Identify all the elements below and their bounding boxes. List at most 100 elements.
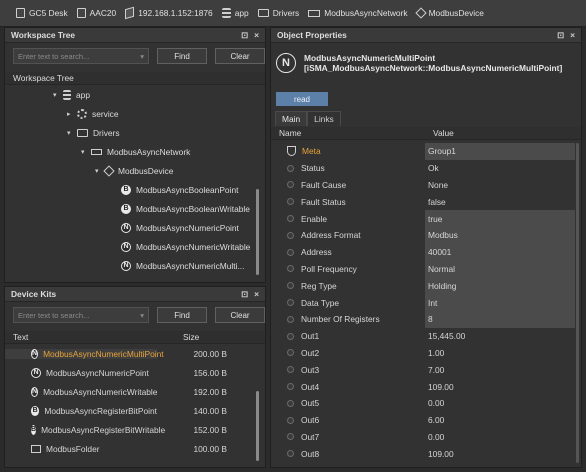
property-name: Out2 xyxy=(271,348,425,358)
folder-icon xyxy=(257,9,269,17)
find-button[interactable]: Find xyxy=(157,48,207,64)
tree-node-drivers[interactable]: ▾ Drivers xyxy=(5,123,265,142)
property-value[interactable]: Normal xyxy=(425,260,575,278)
property-row[interactable]: Enable true xyxy=(271,210,581,227)
chevron-down-icon[interactable]: ▾ xyxy=(140,311,144,320)
tree-node-point[interactable]: N ModbusAsyncNumericPoint xyxy=(5,218,265,237)
properties-scrollbar[interactable] xyxy=(576,143,579,463)
property-row-meta[interactable]: Meta Group1 xyxy=(271,143,581,160)
property-value: 109.00 xyxy=(428,381,454,392)
pin-icon[interactable]: ⊡ xyxy=(557,30,564,40)
kit-item[interactable]: B ModbusAsyncRegisterBitWritable 152.00 B xyxy=(5,420,265,439)
object-name: ModbusAsyncNumericMultiPoint xyxy=(304,53,436,63)
property-value[interactable]: 8 xyxy=(425,310,575,328)
breadcrumb-item-network[interactable]: ModbusAsyncNetwork xyxy=(308,8,408,18)
tree-node-device[interactable]: ▾ ModbusDevice xyxy=(5,161,265,180)
slot-icon xyxy=(287,383,294,391)
breadcrumb-label: GC5 Desk xyxy=(29,8,68,18)
clear-button[interactable]: Clear xyxy=(215,307,265,323)
expand-arrow-icon[interactable]: ▾ xyxy=(81,148,91,156)
kits-search-input[interactable]: Enter text to search... ▾ xyxy=(13,307,149,323)
chevron-down-icon[interactable]: ▾ xyxy=(140,52,144,61)
property-row[interactable]: Number Of Registers 8 xyxy=(271,310,581,328)
tree-node-network[interactable]: ▾ ModbusAsyncNetwork xyxy=(5,142,265,161)
property-value[interactable]: 40001 xyxy=(425,243,575,261)
property-row[interactable]: Poll Frequency Normal xyxy=(271,260,581,278)
property-value[interactable]: Group1 xyxy=(425,143,575,160)
breadcrumb-item-aac20[interactable]: AAC20 xyxy=(76,8,116,18)
breadcrumb-item-device[interactable]: ModbusDevice xyxy=(414,7,484,19)
slot-icon xyxy=(287,215,294,223)
panel-title: Object Properties xyxy=(277,30,347,40)
property-name-label: Out3 xyxy=(301,364,320,375)
property-row[interactable]: Reg Type Holding xyxy=(271,277,581,295)
property-row[interactable]: Address 40001 xyxy=(271,243,581,261)
breadcrumb-label: Drivers xyxy=(272,8,300,18)
tree-node-app[interactable]: ▾ app xyxy=(5,85,265,104)
property-value[interactable]: Int xyxy=(425,294,575,311)
property-name-label: Out1 xyxy=(301,331,320,342)
kit-item[interactable]: B ModbusAsyncRegisterBitPoint 140.00 B xyxy=(5,401,265,420)
folder-icon xyxy=(31,444,41,453)
expand-arrow-icon[interactable]: ▾ xyxy=(67,129,77,137)
kit-item[interactable]: N ModbusAsyncNumericWritable 192.00 B xyxy=(5,382,265,401)
slot-icon xyxy=(287,399,294,407)
pin-icon[interactable]: ⊡ xyxy=(241,289,248,299)
tree-node-point[interactable]: N ModbusAsyncNumericMulti... xyxy=(5,256,265,275)
property-name: Status xyxy=(271,163,425,173)
column-text-label: Text xyxy=(13,332,29,342)
kit-item[interactable]: ModbusFolder 100.00 B xyxy=(5,439,265,458)
read-button[interactable]: read xyxy=(276,92,328,106)
close-icon[interactable]: × xyxy=(254,289,259,299)
property-value[interactable]: Holding xyxy=(425,277,575,295)
tree-node-point[interactable]: B ModbusAsyncBooleanPoint xyxy=(5,180,265,199)
property-name-label: Fault Status xyxy=(301,196,346,207)
tree-node-service[interactable]: ▸ service xyxy=(5,104,265,123)
pin-icon[interactable]: ⊡ xyxy=(241,30,248,40)
kit-item[interactable]: N ModbusAsyncNumericPoint 156.00 B xyxy=(5,363,265,382)
property-value[interactable]: Modbus xyxy=(425,226,575,244)
kit-name: N ModbusAsyncNumericWritable xyxy=(5,386,157,397)
property-value: 0.00 xyxy=(428,431,445,442)
slot-icon xyxy=(287,164,294,172)
tree-node-label: service xyxy=(92,108,119,119)
breadcrumb-item-app[interactable]: app xyxy=(221,8,249,18)
property-value: Ok xyxy=(428,163,439,174)
property-column-header: Name Value xyxy=(271,127,581,140)
numeric-point-icon: N xyxy=(121,260,131,271)
tree-scrollbar[interactable] xyxy=(256,189,259,275)
boolean-point-icon: B xyxy=(121,184,131,195)
breadcrumb-item-gc5-desk[interactable]: GC5 Desk xyxy=(16,8,68,18)
collapse-arrow-icon[interactable]: ▸ xyxy=(67,110,77,118)
tree-node-point[interactable]: N ModbusAsyncNumericWritable xyxy=(5,237,265,256)
kits-scrollbar[interactable] xyxy=(256,391,259,461)
tree-node-point[interactable]: B ModbusAsyncBooleanWritable xyxy=(5,199,265,218)
numeric-point-icon: N xyxy=(31,367,41,378)
numeric-point-icon: N xyxy=(31,386,39,397)
property-name-label: Out7 xyxy=(301,431,320,442)
property-name-label: Status xyxy=(301,163,325,174)
clear-button[interactable]: Clear xyxy=(215,48,265,64)
column-size-label: Size xyxy=(183,332,200,342)
tree-node-label: ModbusAsyncNumericPoint xyxy=(136,222,239,233)
expand-arrow-icon[interactable]: ▾ xyxy=(53,91,63,99)
panel-header: Object Properties ⊡ × xyxy=(271,28,581,43)
kit-item[interactable]: N ModbusAsyncNumericMultiPoint 200.00 B xyxy=(5,344,265,363)
tree-search-input[interactable]: Enter text to search... ▾ xyxy=(13,48,149,64)
property-row[interactable]: Address Format Modbus xyxy=(271,226,581,244)
breadcrumb-item-drivers[interactable]: Drivers xyxy=(257,8,300,18)
breadcrumb-item-host[interactable]: 192.168.1.152:1876 xyxy=(125,6,213,20)
tree-node-label: ModbusAsyncNetwork xyxy=(107,146,191,157)
property-name-label: Out4 xyxy=(301,381,320,392)
close-icon[interactable]: × xyxy=(570,30,575,40)
find-button[interactable]: Find xyxy=(157,307,207,323)
tab-main[interactable]: Main xyxy=(275,111,308,126)
slot-icon xyxy=(287,332,294,340)
device-icon xyxy=(103,164,115,177)
property-value[interactable]: true xyxy=(425,210,575,227)
property-row[interactable]: Data Type Int xyxy=(271,294,581,311)
property-name: Out8 xyxy=(271,449,425,459)
property-name: Number Of Registers xyxy=(271,314,425,324)
close-icon[interactable]: × xyxy=(254,30,259,40)
tab-links[interactable]: Links xyxy=(307,111,341,126)
